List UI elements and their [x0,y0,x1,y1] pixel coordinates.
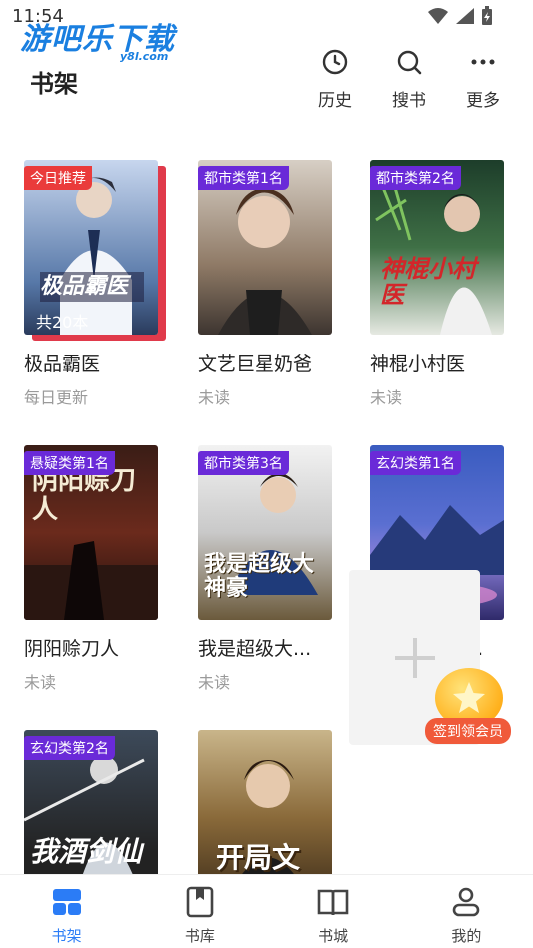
book-title: 神棍小村医 [370,353,466,375]
more-button[interactable]: 更多 [463,48,503,111]
nav-bookstore-label: 书城 [318,927,349,945]
nav-profile[interactable]: 我的 [400,875,533,948]
cover-title: 神棍小村医 [380,255,476,310]
book-cover: 我是超级大神豪 都市类第3名 [198,445,332,620]
more-label: 更多 [466,91,500,111]
watermark-subtext: y8l.com [120,50,169,63]
battery-icon [482,6,492,25]
nav-bookshelf-label: 书架 [51,927,82,945]
book-title: 文艺巨星奶爸 [198,353,313,375]
book-status: 未读 [370,388,403,407]
book-cover: 神棍小村医 都市类第2名 [370,160,504,335]
nav-library-label: 书库 [184,927,215,945]
book-title: 我是超级大... [198,638,312,660]
page-title: 书架 [30,70,78,98]
book-cover: 都市类第1名 [198,160,332,335]
book-title: 极品霸医 [24,353,101,375]
more-icon [471,59,495,65]
cover-title: 阴阳赊刀人 [32,466,137,525]
nav-profile-label: 我的 [451,927,482,945]
history-label: 历史 [318,91,352,111]
book-item[interactable]: 神棍小村医 都市类第2名 神棍小村医 未读 [370,160,510,408]
library-icon [186,886,214,918]
signin-reward-button[interactable]: 签到领会员 [425,668,515,746]
cover-title: 极品霸医 [40,274,129,299]
wifi-icon [428,8,448,24]
book-item[interactable]: 极品霸医 今日推荐 共20本 极品霸医 每日更新 [24,160,164,408]
book-item[interactable]: 都市类第1名 文艺巨星奶爸 未读 [198,160,338,408]
nav-bookshelf[interactable]: 书架 [0,875,133,948]
nav-bookstore[interactable]: 书城 [267,875,400,948]
book-badge: 玄幻类第2名 [24,736,115,760]
book-badge: 都市类第1名 [198,166,289,190]
book-status: 每日更新 [24,388,89,407]
book-status: 未读 [198,388,231,407]
book-cover: 阴阳赊刀人 悬疑类第1名 [24,445,158,620]
status-icons [427,6,493,26]
nav-library[interactable]: 书库 [133,875,266,948]
book-badge: 玄幻类第1名 [370,451,461,475]
profile-icon [453,887,480,917]
book-cover: 极品霸医 今日推荐 共20本 [24,160,158,335]
bottom-nav: 书架 书库 书城 我的 [0,874,533,948]
book-count: 共20本 [36,313,89,332]
cover-title: 我是超级大神豪 [204,552,315,602]
clock-icon [322,49,348,75]
bookshelf-icon [52,889,81,915]
search-books-label: 搜书 [392,91,426,111]
search-icon [397,50,422,75]
book-title: 阴阳赊刀人 [24,638,120,660]
book-badge: 都市类第2名 [370,166,461,190]
search-books-button[interactable]: 搜书 [389,48,429,111]
cover-title: 开局文 [216,841,301,874]
history-button[interactable]: 历史 [315,48,355,111]
cover-title: 我酒剑仙 [30,835,143,868]
signal-icon [456,8,474,24]
book-item[interactable]: 我是超级大神豪 都市类第3名 我是超级大... 未读 [198,445,338,693]
book-badge: 悬疑类第1名 [24,451,115,475]
signin-label: 签到领会员 [425,718,511,744]
book-item[interactable]: 阴阳赊刀人 悬疑类第1名 阴阳赊刀人 未读 [24,445,164,693]
book-badge: 都市类第3名 [198,451,289,475]
book-status: 未读 [24,673,57,692]
bookstore-icon [317,889,349,916]
book-status: 未读 [198,673,231,692]
book-badge: 今日推荐 [24,166,92,190]
top-actions: 历史 搜书 更多 [315,48,503,111]
